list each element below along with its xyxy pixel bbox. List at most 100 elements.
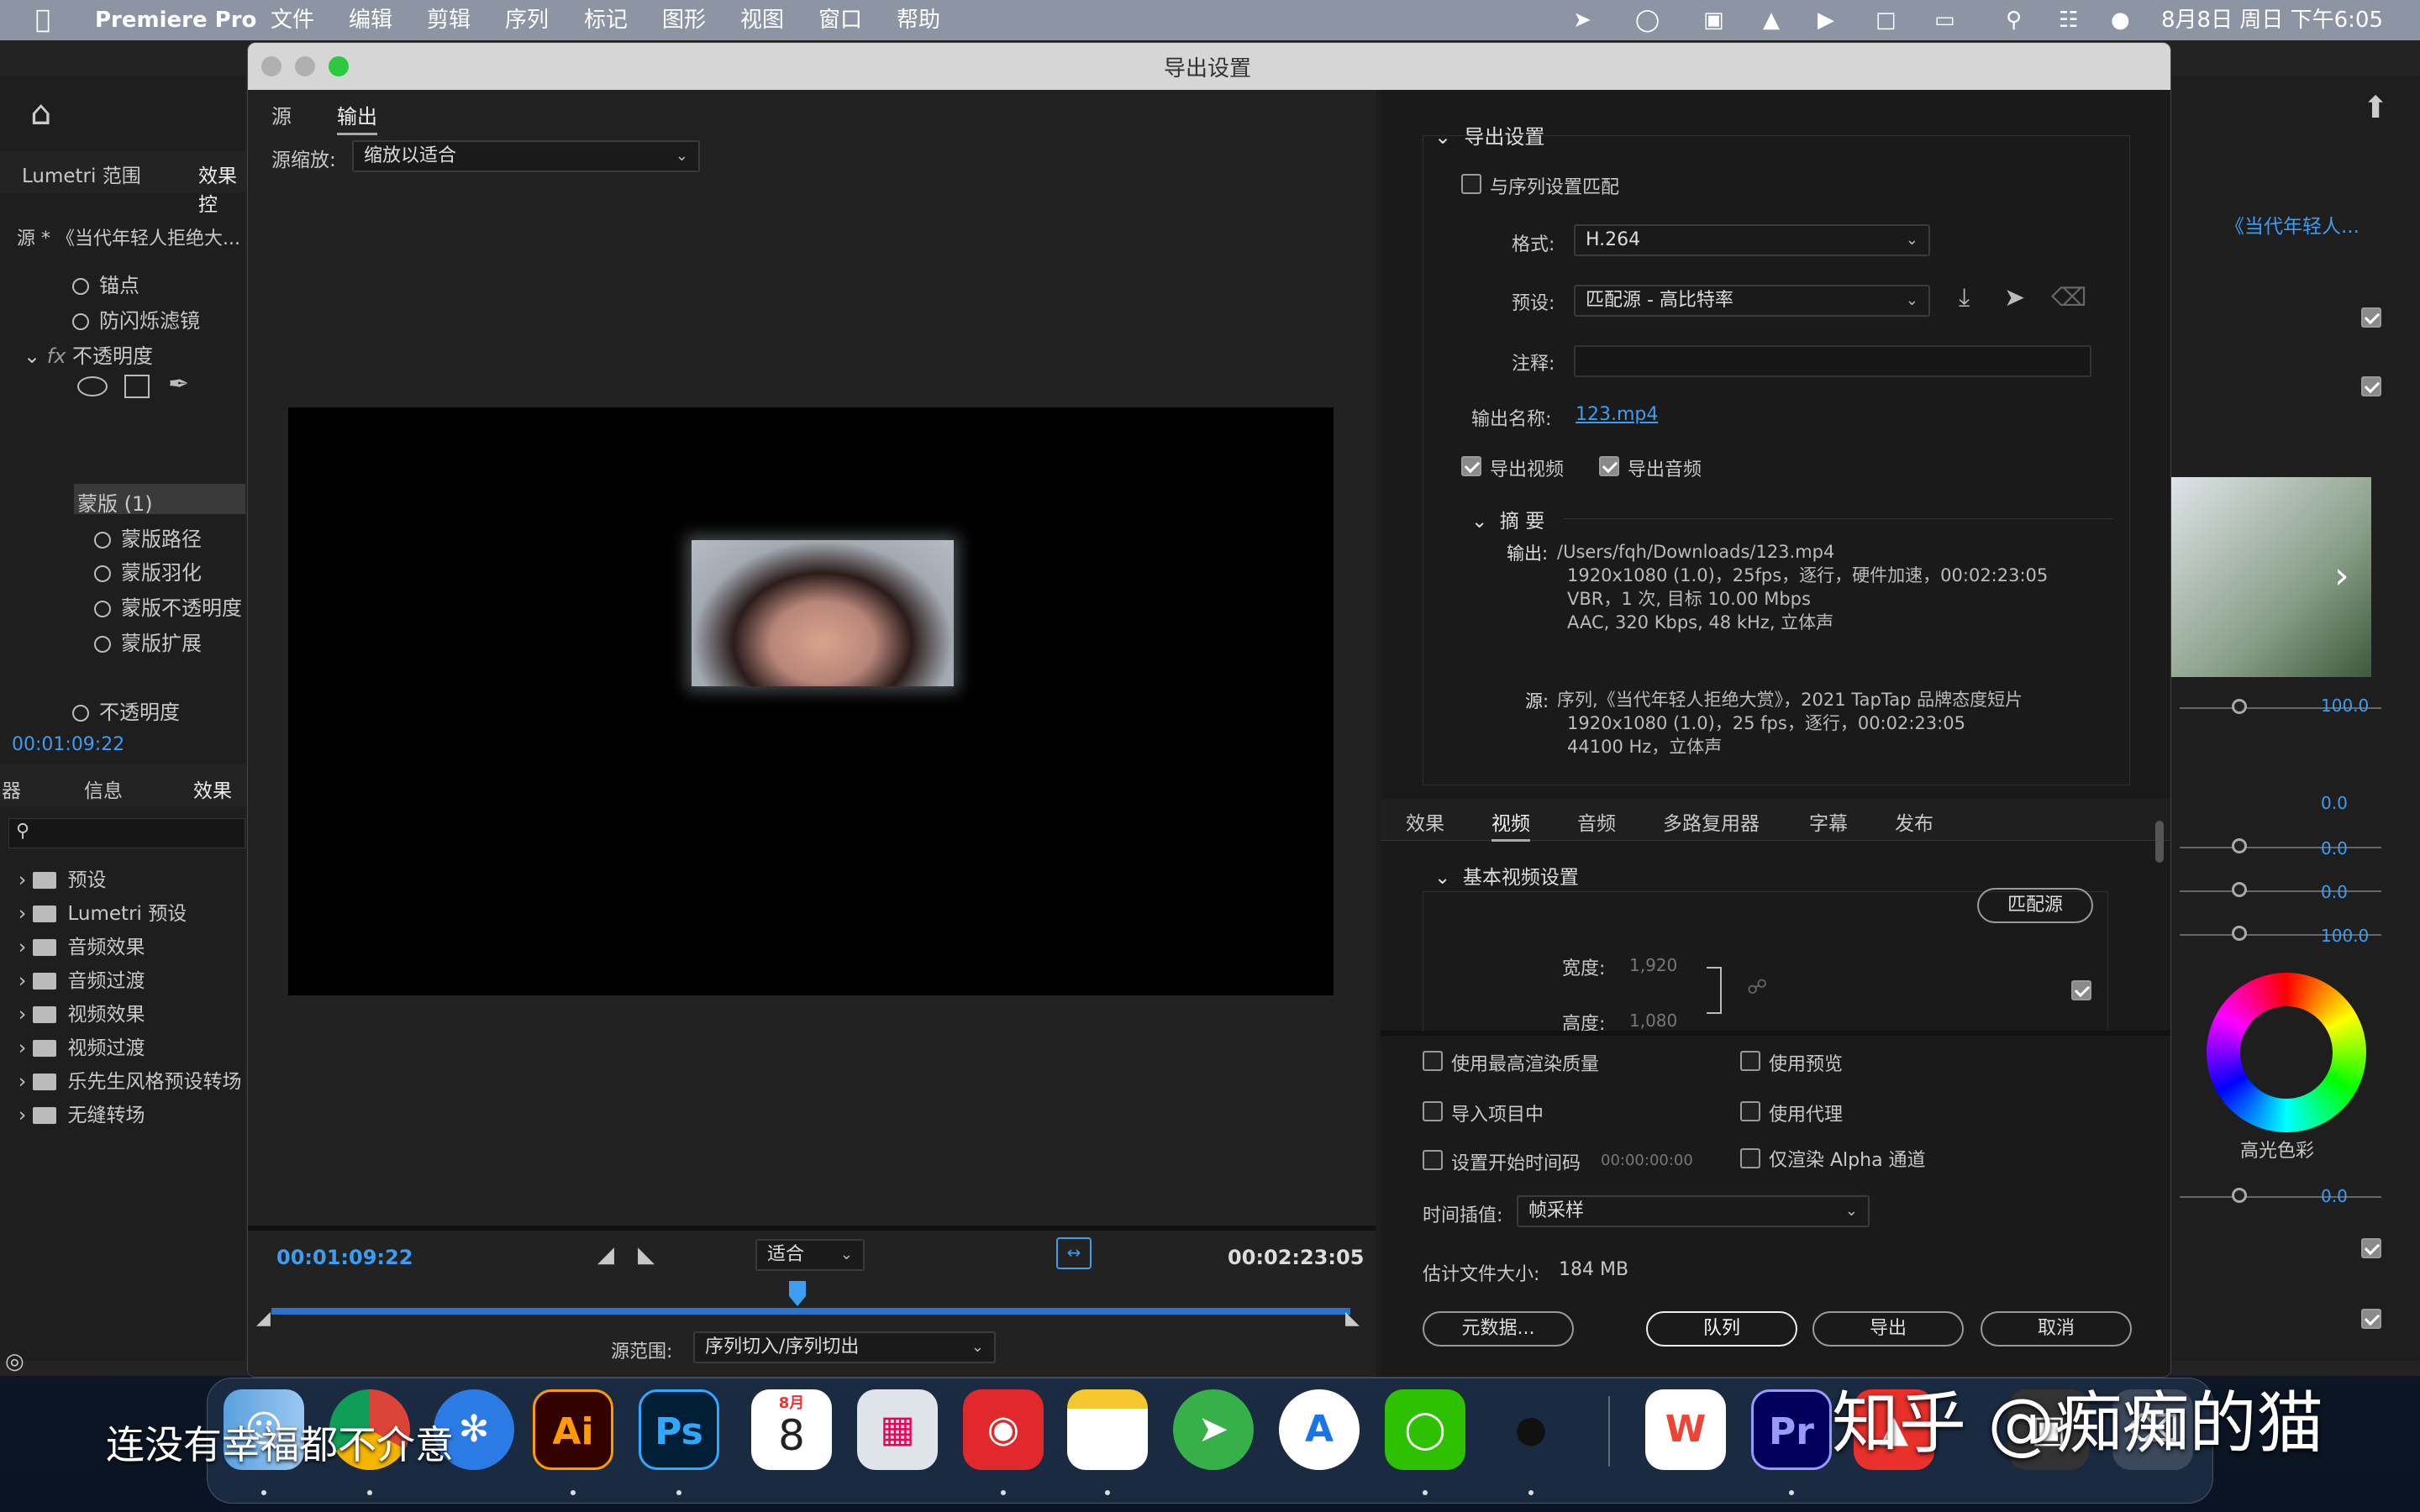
tab-source[interactable]: 源: [271, 100, 292, 129]
match-source-button[interactable]: 匹配源: [1977, 888, 2093, 923]
apple-icon[interactable]: : [35, 0, 50, 40]
render-alpha-checkbox[interactable]: [1740, 1148, 1760, 1168]
width-value[interactable]: 1,920: [1629, 955, 1677, 975]
menu-marker[interactable]: 标记: [584, 0, 628, 40]
export-video-checkbox[interactable]: [1461, 456, 1481, 476]
menu-file[interactable]: 文件: [271, 0, 314, 40]
clip-title[interactable]: 《当代年轻人...: [2225, 210, 2360, 239]
photoshop-dock-icon[interactable]: Ps: [639, 1389, 719, 1470]
value-1[interactable]: 100.0: [2321, 696, 2369, 716]
slider-track[interactable]: [2180, 890, 2381, 892]
slider-knob[interactable]: [2232, 699, 2247, 714]
chevron-down-icon[interactable]: ⌄: [24, 344, 40, 368]
tab-effects[interactable]: 效果: [193, 774, 232, 803]
stopwatch-icon[interactable]: [94, 565, 111, 582]
fit-dropdown[interactable]: 适合 ⌄: [755, 1239, 865, 1271]
stopwatch-icon[interactable]: [94, 636, 111, 653]
effects-item-audio-transitions[interactable]: › 音频过渡: [18, 964, 145, 993]
timeline-bar[interactable]: [271, 1308, 1350, 1315]
export-button[interactable]: 导出: [1812, 1311, 1964, 1347]
current-timecode[interactable]: 00:01:09:22: [276, 1246, 413, 1269]
value-3[interactable]: 0.0: [2321, 838, 2348, 858]
wps-dock-icon[interactable]: W: [1645, 1389, 1726, 1470]
battery-icon[interactable]: ▭: [1934, 0, 1955, 40]
export-settings-title[interactable]: ⌄ 导出设置: [1434, 120, 1544, 150]
menu-help[interactable]: 帮助: [897, 0, 940, 40]
value-4[interactable]: 0.0: [2321, 882, 2348, 902]
comment-input[interactable]: [1574, 345, 2091, 377]
slider-track[interactable]: [2180, 1196, 2381, 1198]
calendar-dock-icon[interactable]: 8月 8: [751, 1389, 832, 1470]
import-preset-icon[interactable]: ➤: [2004, 283, 2025, 312]
tab-effect-controls[interactable]: 效果控: [198, 160, 245, 217]
control-center-icon[interactable]: ☷: [2059, 0, 2078, 40]
tab-multiplexer[interactable]: 多路复用器: [1663, 807, 1760, 836]
stopwatch-icon[interactable]: [94, 532, 111, 549]
menu-clip[interactable]: 剪辑: [427, 0, 471, 40]
value-2[interactable]: 0.0: [2321, 793, 2348, 813]
siri-icon[interactable]: ●: [2111, 0, 2130, 40]
clock[interactable]: 8月8日 周日 下午6:05: [2161, 0, 2383, 40]
metadata-button[interactable]: 元数据...: [1423, 1311, 1574, 1347]
bell-icon[interactable]: ▲: [1763, 0, 1780, 40]
checkbox[interactable]: [2361, 376, 2381, 396]
import-project-checkbox[interactable]: [1423, 1101, 1443, 1121]
checkbox[interactable]: [2361, 1309, 2381, 1329]
app-name[interactable]: Premiere Pro: [95, 0, 256, 40]
time-interp-dropdown[interactable]: 帧采样 ⌄: [1517, 1195, 1870, 1227]
zoom-button[interactable]: [329, 56, 349, 76]
height-value[interactable]: 1,080: [1629, 1011, 1677, 1031]
mask-1[interactable]: 蒙版 (1): [77, 487, 153, 517]
wechat-icon[interactable]: ◯: [1635, 0, 1660, 40]
close-button[interactable]: [261, 56, 281, 76]
color-wheel[interactable]: [2207, 973, 2366, 1132]
cancel-button[interactable]: 取消: [1981, 1311, 2132, 1347]
effects-search-input[interactable]: ⚲: [8, 818, 245, 848]
effects-item-lumetri-presets[interactable]: › Lumetri 预设: [18, 897, 187, 926]
ellipse-mask-icon[interactable]: [77, 376, 108, 396]
menu-window[interactable]: 窗口: [818, 0, 862, 40]
creative-cloud-icon[interactable]: ◎: [5, 1349, 24, 1374]
summary-title[interactable]: ⌄ 摘 要: [1471, 505, 1544, 533]
effects-item-video-effects[interactable]: › 视频效果: [18, 998, 145, 1026]
export-audio-checkbox[interactable]: [1599, 456, 1619, 476]
stopwatch-icon[interactable]: [72, 278, 89, 295]
notes-dock-icon[interactable]: [1067, 1389, 1148, 1470]
save-preset-icon[interactable]: ⤓: [1959, 283, 1970, 312]
menu-graphics[interactable]: 图形: [662, 0, 706, 40]
send-icon[interactable]: ➤: [1573, 0, 1591, 40]
source-range-dropdown[interactable]: 序列切入/序列切出 ⌄: [693, 1331, 996, 1363]
telegram-dock-icon[interactable]: ➤: [1173, 1389, 1254, 1470]
aspect-correction-icon[interactable]: ↔: [1056, 1237, 1092, 1269]
preset-dropdown[interactable]: 匹配源 - 高比特率 ⌄: [1574, 285, 1930, 317]
mark-in-icon[interactable]: ◢: [597, 1242, 614, 1268]
launchpad-dock-icon[interactable]: ▦: [857, 1389, 938, 1470]
menu-sequence[interactable]: 序列: [505, 0, 549, 40]
use-preview-checkbox[interactable]: [1740, 1051, 1760, 1071]
pen-mask-icon[interactable]: ✒: [168, 370, 189, 399]
effects-item-audio-effects[interactable]: › 音频效果: [18, 931, 145, 959]
checkbox[interactable]: [2361, 1238, 2381, 1258]
effects-item-custom-presets[interactable]: › 乐先生风格预设转场: [18, 1065, 242, 1094]
effects-item-video-transitions[interactable]: › 视频过渡: [18, 1032, 145, 1060]
output-name-link[interactable]: 123.mp4: [1576, 404, 1658, 425]
tab-captions[interactable]: 字幕: [1809, 807, 1848, 836]
mark-out-icon[interactable]: ◣: [638, 1242, 655, 1268]
tab-lumetri-scopes[interactable]: Lumetri 范围: [22, 160, 141, 188]
wps-icon[interactable]: ▣: [1703, 0, 1724, 40]
start-timecode-checkbox[interactable]: [1423, 1150, 1443, 1170]
share-icon[interactable]: ⬆: [2363, 91, 2388, 125]
value-6[interactable]: 0.0: [2321, 1186, 2348, 1206]
premiere-dock-icon[interactable]: Pr: [1751, 1389, 1832, 1470]
illustrator-dock-icon[interactable]: Ai: [533, 1389, 613, 1470]
max-quality-checkbox[interactable]: [1423, 1051, 1443, 1071]
range-start-icon[interactable]: ◢: [256, 1308, 271, 1329]
property-opacity-fx[interactable]: ⌄ fx 不透明度: [24, 339, 153, 369]
slider-track[interactable]: [2180, 847, 2381, 848]
stopwatch-icon[interactable]: [94, 601, 111, 617]
range-end-icon[interactable]: ◣: [1345, 1308, 1360, 1329]
effects-item-presets[interactable]: › 预设: [18, 864, 107, 892]
slider-knob[interactable]: [2232, 838, 2247, 853]
slider-knob[interactable]: [2232, 882, 2247, 897]
minimize-button[interactable]: [295, 56, 315, 76]
